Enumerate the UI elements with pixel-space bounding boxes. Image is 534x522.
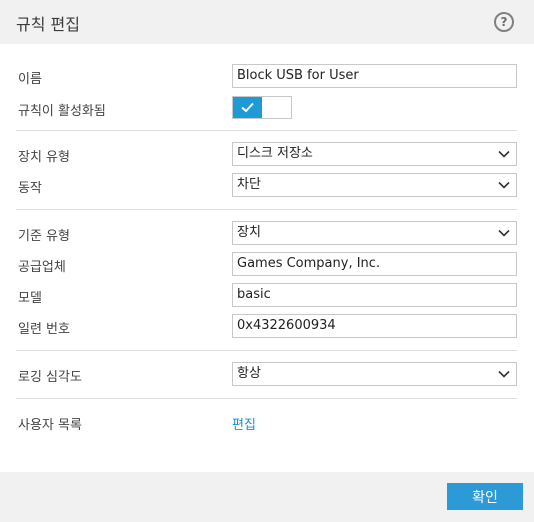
divider	[16, 130, 517, 131]
criteria-type-row: 기준 유형 장치	[0, 221, 534, 245]
name-row: 이름 Block USB for User	[0, 64, 534, 88]
vendor-label: 공급업체	[18, 260, 66, 275]
device-type-row: 장치 유형 디스크 저장소	[0, 142, 534, 166]
divider	[16, 350, 517, 351]
log-severity-value: 항상	[237, 366, 261, 381]
chevron-down-icon	[498, 229, 510, 237]
user-list-row: 사용자 목록 편집	[0, 410, 534, 434]
vendor-row: 공급업체 Games Company, Inc.	[0, 252, 534, 276]
serial-label: 일련 번호	[18, 322, 70, 337]
action-row: 동작 차단	[0, 173, 534, 197]
serial-row: 일련 번호 0x4322600934	[0, 314, 534, 338]
model-label: 모델	[18, 291, 42, 306]
edit-user-list-link[interactable]: 편집	[232, 414, 256, 433]
chevron-down-icon	[498, 370, 510, 378]
vendor-input[interactable]: Games Company, Inc.	[232, 252, 517, 276]
divider	[16, 209, 517, 210]
criteria-type-label: 기준 유형	[18, 229, 70, 244]
dialog-title: 규칙 편집	[16, 15, 80, 34]
dialog-content: 이름 Block USB for User 규칙이 활성화됨 장치 유형 디스크…	[0, 44, 534, 472]
enabled-row: 규칙이 활성화됨	[0, 96, 534, 120]
help-icon[interactable]: ?	[494, 12, 514, 32]
criteria-type-value: 장치	[237, 225, 261, 240]
checkmark-icon	[241, 102, 254, 113]
device-type-label: 장치 유형	[18, 150, 70, 165]
user-list-label: 사용자 목록	[18, 418, 82, 433]
chevron-down-icon	[498, 150, 510, 158]
name-input[interactable]: Block USB for User	[232, 64, 517, 88]
name-label: 이름	[18, 72, 42, 87]
action-select[interactable]: 차단	[232, 173, 517, 197]
log-severity-label: 로깅 심각도	[18, 370, 82, 385]
action-label: 동작	[18, 181, 42, 196]
model-row: 모델 basic	[0, 283, 534, 307]
criteria-type-select[interactable]: 장치	[232, 221, 517, 245]
model-input[interactable]: basic	[232, 283, 517, 307]
log-severity-select[interactable]: 항상	[232, 362, 517, 386]
enabled-toggle[interactable]	[232, 96, 292, 119]
dialog-header: 규칙 편집 ?	[0, 0, 534, 44]
toggle-on-indicator	[233, 97, 262, 118]
action-value: 차단	[237, 177, 261, 192]
ok-button[interactable]: 확인	[447, 483, 523, 510]
device-type-select[interactable]: 디스크 저장소	[232, 142, 517, 166]
log-severity-row: 로깅 심각도 항상	[0, 362, 534, 386]
serial-input[interactable]: 0x4322600934	[232, 314, 517, 338]
divider	[16, 398, 517, 399]
chevron-down-icon	[498, 181, 510, 189]
edit-rule-dialog: 규칙 편집 ? 이름 Block USB for User 규칙이 활성화됨 장…	[0, 0, 534, 522]
device-type-value: 디스크 저장소	[237, 146, 313, 161]
dialog-footer: 확인	[0, 472, 534, 522]
enabled-label: 규칙이 활성화됨	[18, 104, 106, 119]
